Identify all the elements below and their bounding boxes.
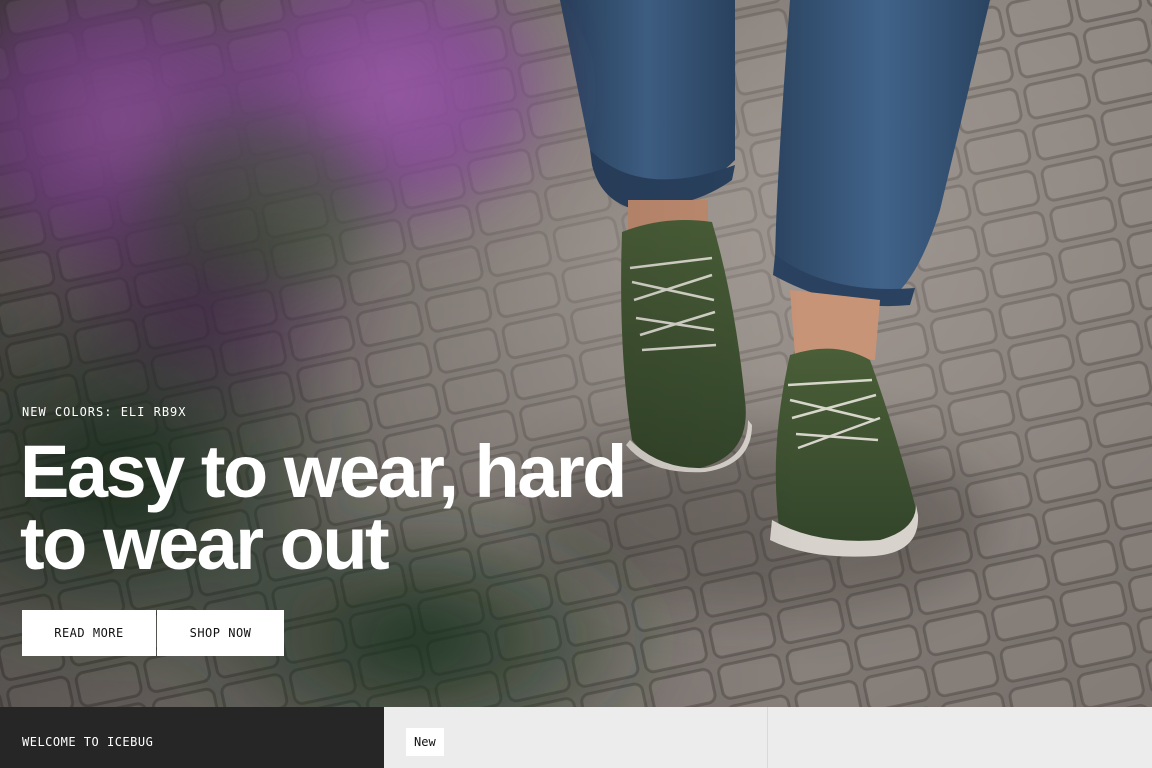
page: NEW COLORS: ELI RB9X Easy to wear, hard … [0,0,1152,768]
hero-overlay [0,0,1152,707]
welcome-label: WELCOME TO ICEBUG [0,707,384,768]
hero-buttons: READ MORE SHOP NOW [22,610,284,656]
read-more-button[interactable]: READ MORE [22,610,156,656]
hero-title-line2: to wear out [20,502,390,585]
product-card[interactable] [767,707,1152,768]
hero-eyebrow: NEW COLORS: ELI RB9X [22,405,187,419]
new-badge: New [406,728,444,756]
hero-banner: NEW COLORS: ELI RB9X Easy to wear, hard … [0,0,1152,707]
bottom-strip: WELCOME TO ICEBUG New [0,707,1152,768]
hero-title-line1: Easy to wear, hard [20,430,627,513]
product-card-new[interactable]: New [384,707,767,768]
hero-title: Easy to wear, hard to wear out [20,435,720,581]
shop-now-button[interactable]: SHOP NOW [157,610,284,656]
